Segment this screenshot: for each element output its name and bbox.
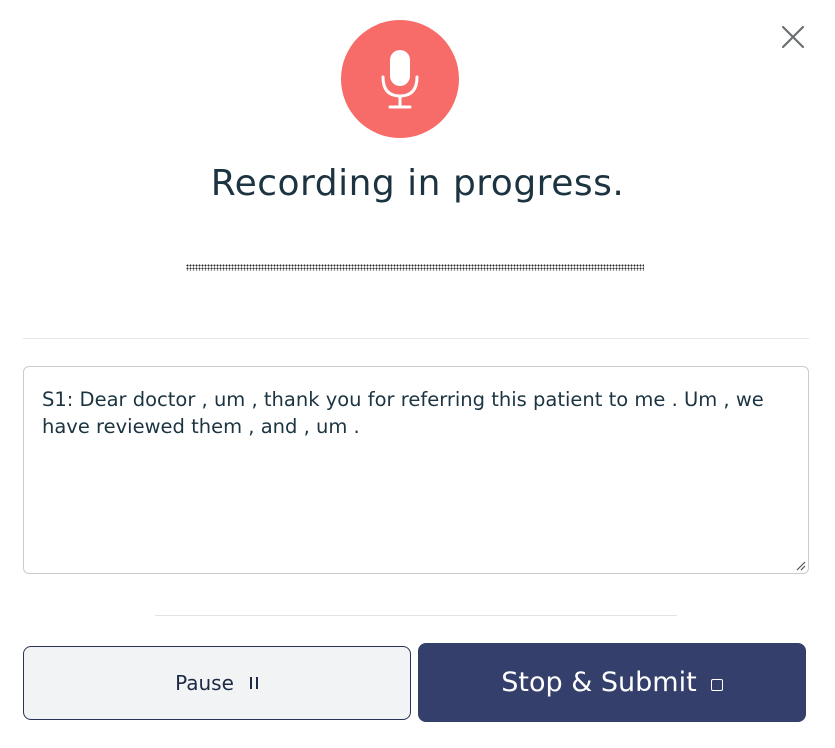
audio-waveform xyxy=(186,264,644,271)
submit-button-label: Stop & Submit xyxy=(501,667,697,698)
divider xyxy=(155,615,677,616)
microphone-icon xyxy=(381,50,419,109)
recording-indicator xyxy=(341,20,459,138)
pause-button[interactable]: Pause xyxy=(23,646,411,720)
resize-handle-icon[interactable] xyxy=(795,560,806,571)
pause-icon xyxy=(249,677,259,689)
page-title: Recording in progress. xyxy=(210,163,625,204)
close-icon xyxy=(781,25,805,49)
stop-submit-button[interactable]: Stop & Submit xyxy=(418,643,806,722)
stop-icon xyxy=(710,678,723,691)
pause-button-label: Pause xyxy=(175,671,234,695)
close-button[interactable] xyxy=(778,22,808,52)
divider xyxy=(23,338,809,339)
transcript-textarea[interactable]: S1: Dear doctor , um , thank you for ref… xyxy=(23,366,809,574)
